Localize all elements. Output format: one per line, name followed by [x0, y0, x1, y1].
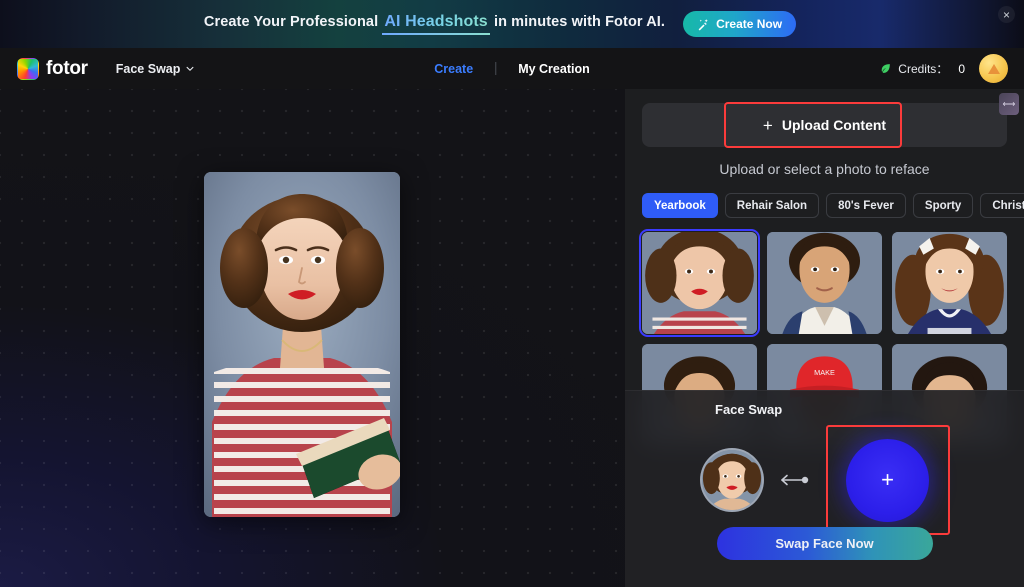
nav-center-links: Create My Creation	[412, 62, 611, 76]
banner-close-button[interactable]: ×	[998, 6, 1015, 23]
magic-wand-icon	[698, 18, 708, 30]
credits-indicator[interactable]: Credits： 0	[879, 60, 965, 77]
promo-text-after: in minutes with Fotor AI.	[489, 14, 666, 31]
svg-text:MAKE: MAKE	[814, 368, 835, 377]
category-tab-80s-fever[interactable]: 80's Fever	[826, 193, 906, 218]
add-target-face-button[interactable]: +	[846, 438, 929, 522]
fotor-color-wheel-icon	[17, 57, 39, 80]
arrow-left-connector-icon	[780, 474, 808, 486]
plus-icon: +	[881, 467, 894, 492]
face-swap-title: Face Swap	[715, 402, 783, 417]
panel-subtitle: Upload or select a photo to reface	[719, 161, 930, 177]
template-thumb-2-image	[892, 232, 1007, 334]
credits-label: Credits：	[898, 62, 949, 76]
template-panel: + Upload Content ⟷ Upload or select a ph…	[625, 89, 1024, 587]
yearbook-portrait-preview	[204, 172, 400, 517]
face-swap-row: +	[625, 425, 1024, 535]
upload-row: + Upload Content ⟷	[642, 93, 1019, 148]
top-navigation-bar: fotor Face Swap Create My Creation Credi…	[0, 48, 1024, 89]
upload-button-inner: + Upload Content	[763, 117, 886, 134]
upload-content-label: Upload Content	[781, 117, 887, 133]
user-avatar[interactable]	[979, 54, 1008, 83]
promo-banner-text: Create Your Professional AI Headshots in…	[203, 13, 666, 35]
editor-canvas[interactable]	[0, 89, 625, 587]
create-now-button[interactable]: Create Now	[683, 11, 797, 37]
credits-value: 0	[958, 61, 965, 76]
fotor-logo-link[interactable]: fotor	[17, 57, 88, 80]
leaf-icon	[882, 64, 891, 73]
fotor-face-swap-app: Create Your Professional AI Headshots in…	[0, 0, 1024, 587]
swap-face-now-button[interactable]: Swap Face Now	[716, 527, 933, 560]
category-tab-rehair-salon[interactable]: Rehair Salon	[724, 193, 820, 218]
preview-image-card[interactable]	[204, 172, 400, 517]
brand-name: fotor	[46, 57, 88, 79]
nav-left-group: fotor Face Swap	[17, 57, 196, 80]
tool-selector-label: Face Swap	[115, 61, 181, 76]
template-thumb-1[interactable]	[767, 232, 882, 334]
face-swap-footer: Face Swap + Swap Face Now	[625, 390, 1024, 587]
target-face-slot-wrap: +	[825, 425, 950, 535]
template-thumb-1-image	[767, 232, 882, 334]
nav-right-group: Credits： 0	[879, 54, 1008, 83]
template-thumb-0-image	[642, 232, 757, 334]
promo-text-before: Create Your Professional	[203, 14, 383, 31]
upload-content-button[interactable]: + Upload Content	[642, 103, 1007, 147]
nav-link-create[interactable]: Create	[412, 62, 495, 76]
collapse-panel-icon[interactable]: ⟷	[999, 93, 1019, 115]
template-thumb-2[interactable]	[892, 232, 1007, 334]
nav-link-my-creation[interactable]: My Creation	[496, 62, 612, 76]
category-tab-sporty[interactable]: Sporty	[912, 193, 974, 218]
template-thumb-0[interactable]	[639, 229, 760, 337]
category-tab-christmas[interactable]: Christmas	[980, 193, 1024, 218]
plus-icon: +	[762, 115, 773, 135]
chevron-down-icon	[186, 66, 194, 71]
create-now-label: Create Now	[716, 17, 783, 31]
source-face-image	[701, 450, 762, 510]
source-face-avatar[interactable]	[699, 448, 764, 512]
promo-banner-content: Create Your Professional AI Headshots in…	[203, 11, 797, 37]
avatar-triangle-icon	[987, 63, 1000, 74]
category-tab-yearbook[interactable]: Yearbook	[642, 193, 718, 218]
promo-banner: Create Your Professional AI Headshots in…	[0, 0, 1024, 48]
category-tabs: Yearbook Rehair Salon 80's Fever Sporty …	[642, 193, 1024, 218]
promo-text-highlight: AI Headshots	[382, 13, 490, 35]
tool-selector-dropdown[interactable]: Face Swap	[116, 62, 196, 76]
